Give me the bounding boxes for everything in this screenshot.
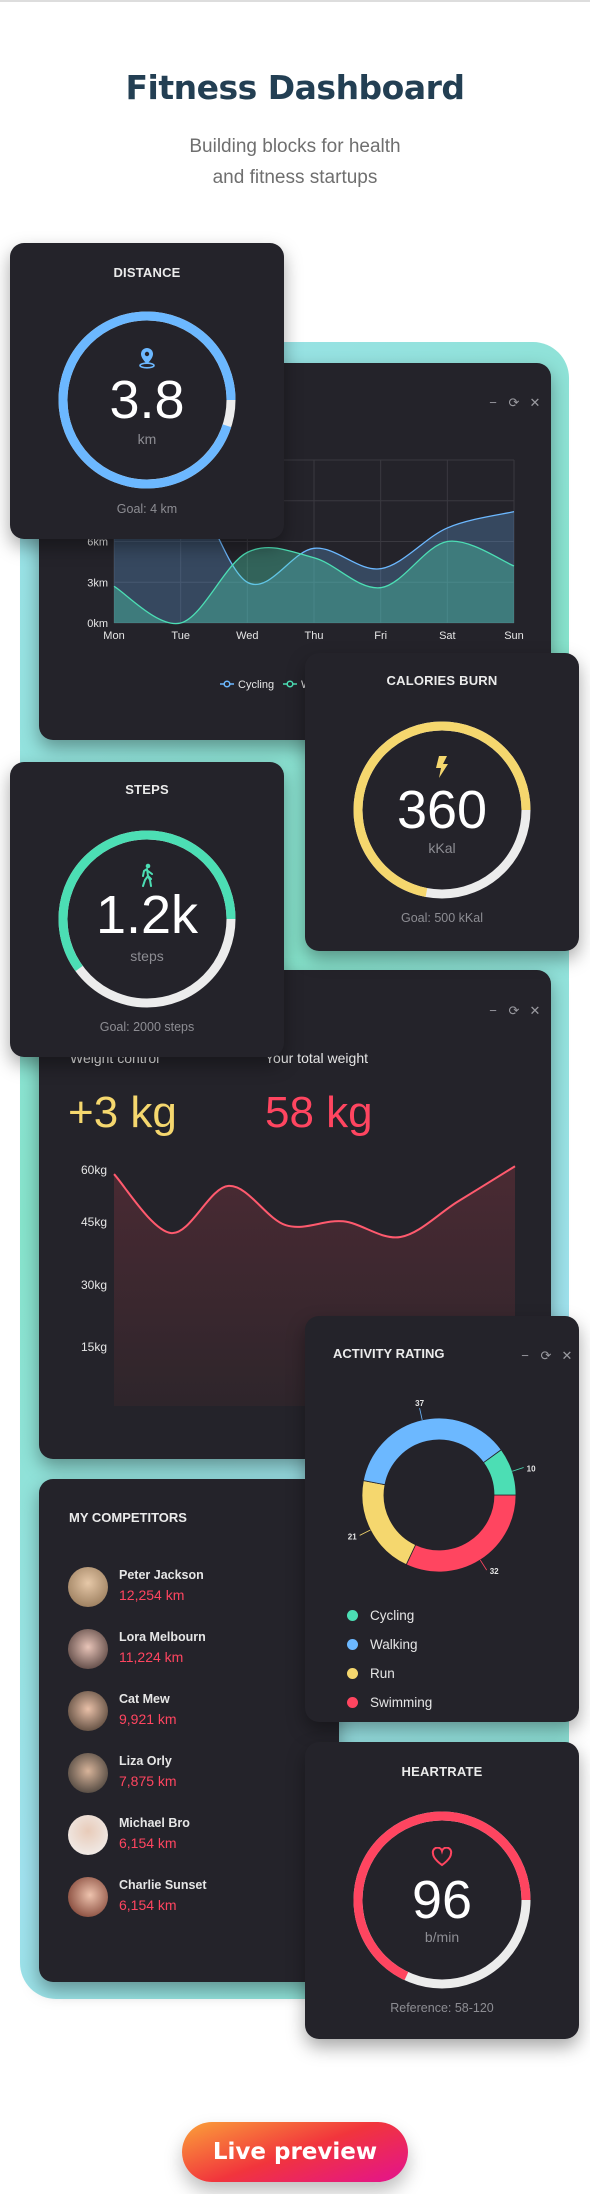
calories-card: CALORIES BURN 360 kKal Goal: 500 kKal (305, 653, 579, 951)
donut-slice-swimming (405, 1494, 517, 1573)
y-tick-label: 15kg (81, 1340, 107, 1354)
legend-marker-dot (286, 680, 294, 688)
competitor-name: Lora Melbourn (119, 1630, 206, 1644)
competitor-distance: 6,154 km (119, 1835, 177, 1851)
legend-item-cycling: Cycling (220, 679, 274, 691)
heartrate-unit: b/min (424, 1929, 460, 1945)
page-subtitle-line-2: and fitness startups (212, 167, 378, 188)
calories-unit: kKal (428, 840, 456, 856)
competitor-distance: 11,224 km (119, 1649, 184, 1665)
lightning-icon (305, 756, 579, 783)
avatar (68, 1877, 108, 1917)
donut-slice-run (361, 1480, 417, 1566)
legend-label: Cycling (370, 1607, 415, 1623)
steps-unit: steps (130, 948, 164, 964)
page-title: Fitness Dashboard (125, 68, 465, 107)
donut-value-label: 37 (415, 1399, 424, 1408)
y-tick-label: 45kg (81, 1215, 107, 1229)
x-tick-label: Tue (171, 630, 190, 642)
donut-label-leader (359, 1529, 371, 1536)
distance-value: 3.8 (109, 370, 185, 430)
legend-dot-icon (347, 1638, 358, 1650)
legend-item-swimming[interactable]: Swimming (347, 1693, 432, 1711)
donut-label-leader (419, 1408, 423, 1420)
avatar (68, 1815, 108, 1855)
distance-unit: km (137, 431, 157, 447)
distance-goal: Goal: 4 km (116, 502, 178, 516)
steps-value: 1.2k (95, 885, 199, 945)
x-tick-label: Wed (236, 630, 258, 642)
competitor-name: Michael Bro (119, 1816, 190, 1830)
competitor-name: Peter Jackson (119, 1568, 204, 1582)
legend-marker-dot (223, 680, 231, 688)
y-tick-label: 30kg (81, 1278, 107, 1292)
calories-value: 360 (396, 780, 488, 840)
competitor-distance: 12,254 km (119, 1587, 185, 1603)
competitors-card: MY COMPETITORS Peter Jackson 12,254 km Lor… (39, 1479, 339, 1982)
competitor-distance: 6,154 km (119, 1897, 177, 1913)
competitor-name: Cat Mew (119, 1692, 170, 1706)
donut-value-label: 10 (527, 1464, 536, 1473)
page-subtitle-line-1: Building blocks for health (189, 136, 401, 157)
heartrate-card: HEARTRATE 96 b/min Reference: 58-120 (305, 1742, 579, 2039)
legend-dot-icon (347, 1696, 358, 1708)
avatar (68, 1629, 108, 1669)
steps-card: STEPS 1.2k steps Goal: 2000 steps (10, 762, 284, 1057)
donut-label-leader (479, 1559, 488, 1571)
avatar (68, 1567, 108, 1607)
legend-item-run[interactable]: Run (347, 1664, 395, 1682)
steps-goal: Goal: 2000 steps (99, 1020, 195, 1034)
avatar (68, 1691, 108, 1731)
y-tick-label: 60kg (81, 1163, 107, 1177)
legend-label: Cycling (238, 679, 274, 691)
legend-label: Run (370, 1665, 395, 1681)
heartrate-value: 96 (411, 1870, 473, 1930)
heartrate-reference: Reference: 58-120 (390, 2001, 494, 2015)
y-tick-label: 0km (87, 618, 108, 630)
x-tick-label: Mon (103, 630, 124, 642)
competitor-distance: 9,921 km (119, 1711, 177, 1727)
competitor-name: Liza Orly (119, 1754, 172, 1768)
avatar (68, 1753, 108, 1793)
activity-donut-chart: 32 21 37 10 (348, 1399, 536, 1576)
competitors-title: MY COMPETITORS (69, 1510, 187, 1525)
live-preview-button[interactable]: Live preview (182, 2122, 408, 2182)
calories-goal: Goal: 500 kKal (401, 911, 483, 925)
competitor-name: Charlie Sunset (119, 1878, 207, 1892)
x-tick-label: Thu (305, 630, 324, 642)
heart-icon (305, 1846, 579, 1872)
x-tick-label: Sun (504, 630, 524, 642)
legend-item-walking[interactable]: Walking (347, 1635, 418, 1653)
competitor-distance: 7,875 km (119, 1773, 177, 1789)
donut-value-label: 21 (348, 1532, 357, 1541)
x-tick-label: Fri (374, 630, 387, 642)
x-tick-label: Sat (439, 630, 456, 642)
legend-dot-icon (347, 1667, 358, 1679)
donut-label-leader (512, 1467, 524, 1472)
legend-item-cycling[interactable]: Cycling (347, 1606, 414, 1624)
distance-card: DISTANCE 3.8 km Goal: 4 km (10, 243, 284, 539)
donut-value-label: 32 (490, 1567, 499, 1576)
activity-card: ACTIVITY RATING − ⟳ ✕ 32 21 37 10 Cycling Wa… (305, 1316, 579, 1722)
legend-label: Walking (370, 1636, 418, 1652)
donut-slice-walking (362, 1417, 502, 1486)
y-tick-label: 3km (87, 577, 108, 589)
legend-dot-icon (347, 1609, 358, 1621)
legend-label: Swimming (370, 1694, 433, 1710)
